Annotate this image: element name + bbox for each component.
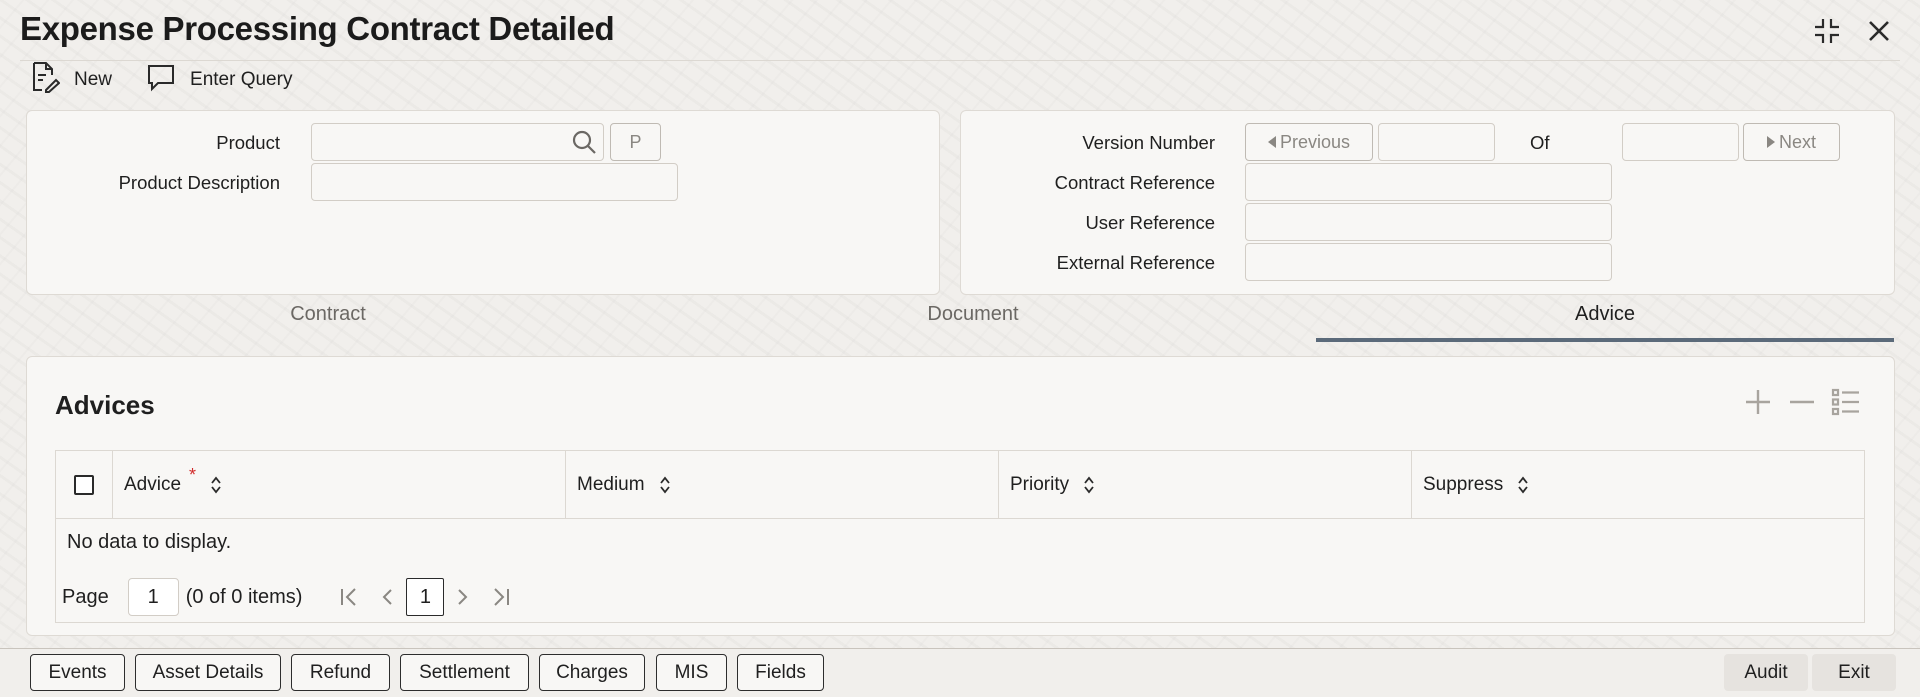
column-priority-label: Priority bbox=[1010, 474, 1070, 495]
asset-details-button[interactable]: Asset Details bbox=[135, 654, 281, 691]
toolbar: New Enter Query bbox=[30, 61, 292, 99]
charges-button[interactable]: Charges bbox=[539, 654, 645, 691]
sort-icon[interactable] bbox=[1083, 476, 1095, 494]
close-icon[interactable] bbox=[1860, 12, 1898, 50]
user-reference-label: User Reference bbox=[1085, 212, 1215, 233]
tab-advice[interactable]: Advice bbox=[1316, 303, 1894, 335]
previous-page-icon[interactable] bbox=[368, 578, 406, 616]
new-document-icon bbox=[30, 61, 61, 99]
fields-button[interactable]: Fields bbox=[737, 654, 824, 691]
header-divider bbox=[20, 60, 1900, 61]
page-number-input[interactable]: 1 bbox=[127, 578, 179, 616]
next-button[interactable]: Next bbox=[1743, 123, 1840, 161]
page-label: Page bbox=[62, 585, 109, 608]
product-lov-button[interactable]: P bbox=[610, 123, 661, 161]
query-icon bbox=[146, 62, 176, 98]
next-page-icon[interactable] bbox=[444, 578, 482, 616]
footer-bar bbox=[0, 648, 1920, 697]
refund-button[interactable]: Refund bbox=[291, 654, 390, 691]
column-advice-label: Advice bbox=[124, 474, 182, 495]
last-page-icon[interactable] bbox=[482, 578, 520, 616]
external-reference-input[interactable] bbox=[1245, 243, 1612, 281]
version-number-label: Version Number bbox=[1082, 132, 1215, 153]
product-input[interactable] bbox=[311, 123, 604, 161]
sort-icon[interactable] bbox=[659, 476, 671, 494]
search-icon[interactable] bbox=[571, 129, 597, 160]
previous-label: Previous bbox=[1279, 131, 1351, 152]
settlement-button[interactable]: Settlement bbox=[400, 654, 529, 691]
enter-query-button[interactable]: Enter Query bbox=[146, 64, 292, 96]
tab-document[interactable]: Document bbox=[668, 303, 1278, 335]
current-page[interactable]: 1 bbox=[406, 578, 445, 616]
active-tab-indicator bbox=[1316, 338, 1894, 342]
window-controls bbox=[1808, 12, 1898, 50]
sort-icon[interactable] bbox=[1517, 476, 1529, 494]
minimize-icon[interactable] bbox=[1808, 12, 1846, 50]
user-reference-input[interactable] bbox=[1245, 203, 1612, 241]
grid-actions bbox=[1742, 386, 1862, 418]
column-suppress-label: Suppress bbox=[1423, 474, 1504, 495]
empty-table-message: No data to display. bbox=[67, 531, 232, 553]
delete-row-icon[interactable] bbox=[1786, 386, 1818, 418]
events-button[interactable]: Events bbox=[30, 654, 125, 691]
exit-button[interactable]: Exit bbox=[1812, 654, 1896, 691]
previous-button[interactable]: Previous bbox=[1245, 123, 1373, 161]
mis-button[interactable]: MIS bbox=[656, 654, 727, 691]
product-label: Product bbox=[216, 132, 280, 153]
single-view-icon[interactable] bbox=[1830, 386, 1862, 418]
external-reference-label: External Reference bbox=[1056, 252, 1215, 273]
first-page-icon[interactable] bbox=[330, 578, 368, 616]
contract-reference-label: Contract Reference bbox=[1054, 172, 1215, 193]
product-description-input[interactable] bbox=[311, 163, 678, 201]
version-total-input[interactable] bbox=[1622, 123, 1739, 161]
pagination: Page 1 (0 of 0 items) 1 bbox=[62, 577, 520, 617]
advices-table: Advice * Medium Priority Suppress No dat… bbox=[55, 450, 1865, 623]
column-header-advice[interactable]: Advice * bbox=[113, 451, 566, 519]
contract-reference-input[interactable] bbox=[1245, 163, 1612, 201]
page-items-count: (0 of 0 items) bbox=[185, 585, 303, 608]
caret-left-icon bbox=[1267, 132, 1276, 153]
select-all-checkbox[interactable] bbox=[74, 475, 94, 495]
required-marker: * bbox=[189, 464, 197, 485]
new-label: New bbox=[74, 69, 113, 90]
add-row-icon[interactable] bbox=[1742, 386, 1774, 418]
page-title: Expense Processing Contract Detailed bbox=[20, 10, 615, 47]
product-description-label: Product Description bbox=[118, 172, 280, 193]
column-header-priority[interactable]: Priority bbox=[999, 451, 1412, 519]
column-header-medium[interactable]: Medium bbox=[566, 451, 999, 519]
caret-right-icon bbox=[1766, 132, 1775, 153]
column-medium-label: Medium bbox=[577, 474, 645, 495]
enter-query-label: Enter Query bbox=[190, 69, 293, 90]
audit-button[interactable]: Audit bbox=[1724, 654, 1808, 691]
next-label: Next bbox=[1778, 131, 1816, 152]
new-button[interactable]: New bbox=[30, 61, 113, 99]
tab-contract[interactable]: Contract bbox=[26, 303, 630, 335]
sort-icon[interactable] bbox=[210, 476, 222, 494]
table-header: Advice * Medium Priority Suppress bbox=[56, 451, 1864, 519]
advices-title: Advices bbox=[55, 390, 155, 420]
of-label: Of bbox=[1530, 132, 1550, 153]
column-header-suppress[interactable]: Suppress bbox=[1412, 451, 1864, 519]
header-select-cell bbox=[56, 451, 113, 519]
version-input[interactable] bbox=[1378, 123, 1495, 161]
